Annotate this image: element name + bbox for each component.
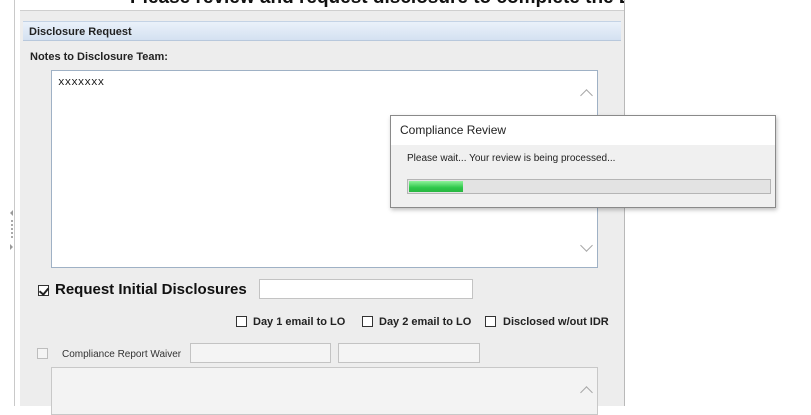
day1-label: Day 1 email to LO bbox=[253, 316, 346, 328]
checkmark-icon bbox=[38, 285, 50, 296]
notes-label: Notes to Disclosure Team: bbox=[30, 51, 168, 63]
waiver-checkbox[interactable] bbox=[37, 348, 48, 359]
compliance-review-dialog: Compliance Review Please wait... Your re… bbox=[390, 115, 776, 208]
progress-fill bbox=[409, 181, 463, 192]
scroll-up-icon[interactable] bbox=[580, 89, 593, 102]
progress-bar bbox=[407, 179, 771, 194]
scroll-up-icon[interactable] bbox=[580, 386, 593, 399]
request-initial-textbox[interactable] bbox=[259, 279, 473, 299]
waiver-field-1[interactable] bbox=[190, 343, 331, 363]
waiver-notes-textarea[interactable] bbox=[51, 367, 598, 415]
waiver-label: Compliance Report Waiver bbox=[62, 349, 182, 360]
waiver-field-2[interactable] bbox=[338, 343, 480, 363]
section-header: Disclosure Request bbox=[23, 21, 621, 41]
request-initial-label: Request Initial Disclosures bbox=[55, 281, 247, 298]
request-initial-checkbox[interactable] bbox=[38, 285, 50, 296]
dialog-title: Compliance Review bbox=[391, 116, 775, 145]
dialog-message: Please wait... Your review is being proc… bbox=[407, 153, 616, 164]
scroll-down-icon[interactable] bbox=[580, 239, 593, 252]
day2-label: Day 2 email to LO bbox=[379, 316, 472, 328]
disclosed-checkbox[interactable] bbox=[485, 316, 496, 327]
banner-text: Please review and request disclosure to … bbox=[130, 0, 624, 9]
collapse-handle-icon[interactable] bbox=[8, 198, 18, 254]
disclosed-label: Disclosed w/out IDR bbox=[503, 316, 609, 328]
day2-checkbox[interactable] bbox=[362, 316, 373, 327]
top-cut-off-banner: Please review and request disclosure to … bbox=[20, 0, 624, 11]
notes-value: xxxxxxx bbox=[58, 77, 105, 89]
day1-checkbox[interactable] bbox=[236, 316, 247, 327]
